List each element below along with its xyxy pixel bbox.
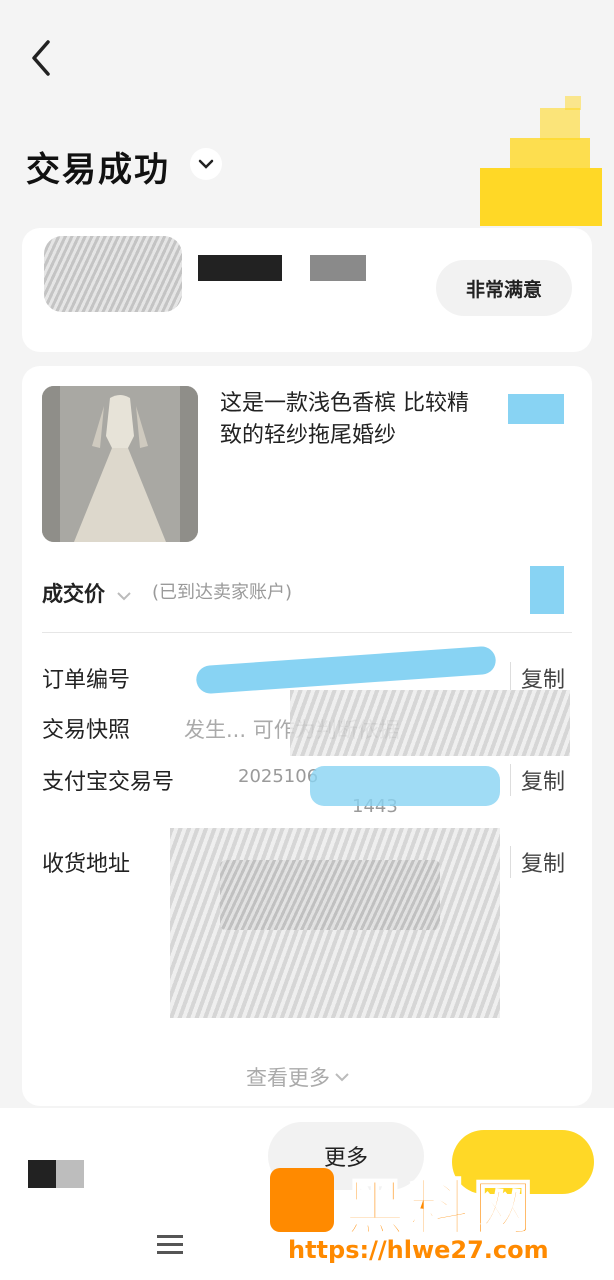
alipay-label: 支付宝交易号 — [42, 770, 175, 795]
redaction-blue-block — [508, 394, 564, 424]
chevron-down-icon — [335, 1073, 349, 1082]
chevron-left-icon — [32, 40, 50, 76]
redaction-blue-swipe — [310, 766, 500, 806]
redaction-pixel-block — [565, 96, 581, 110]
redaction-pixel-block — [56, 1160, 84, 1188]
wedding-dress-image — [42, 386, 198, 542]
back-button[interactable] — [26, 38, 60, 78]
product-description[interactable]: 这是一款浅色香槟 比较精致的轻纱拖尾婚纱 — [220, 388, 490, 452]
redaction-pixel-block — [540, 108, 580, 140]
redaction-blue-block — [530, 566, 564, 614]
price-note: (已到达卖家账户) — [152, 582, 293, 603]
seller-avatar-redacted — [44, 236, 182, 312]
copy-alipay-button[interactable]: 复制 — [510, 764, 565, 796]
address-redacted — [220, 860, 440, 930]
product-image[interactable] — [42, 386, 198, 542]
snapshot-label: 交易快照 — [42, 718, 131, 743]
order-number-label: 订单编号 — [42, 668, 131, 693]
menu-icon[interactable] — [150, 1224, 190, 1264]
redaction-pixel-block — [510, 138, 590, 170]
alipay-value-line1: 2025106 — [238, 766, 319, 787]
address-label: 收货地址 — [42, 852, 131, 877]
redaction-pixel-block — [28, 1160, 56, 1188]
divider — [42, 632, 572, 633]
see-more-link[interactable]: 查看更多 — [246, 1062, 350, 1092]
chevron-down-icon — [198, 159, 214, 169]
watermark-logo — [270, 1168, 334, 1232]
price-label-text: 成交价 — [42, 582, 105, 606]
copy-address-button[interactable]: 复制 — [510, 846, 565, 878]
chevron-down-icon — [117, 592, 132, 601]
redaction-pixel-block — [480, 168, 602, 226]
rating-button[interactable]: 非常满意 — [436, 260, 572, 316]
redaction-scribble — [290, 690, 570, 756]
seller-info-redacted — [310, 255, 366, 281]
price-label: 成交价 — [42, 578, 132, 608]
watermark-url: https://hlwe27.com — [288, 1236, 549, 1264]
see-more-text: 查看更多 — [246, 1066, 330, 1090]
status-dropdown[interactable] — [190, 148, 222, 180]
watermark-text: 黑料网 — [344, 1173, 537, 1245]
seller-name-redacted — [198, 255, 282, 281]
page-title: 交易成功 — [26, 150, 170, 190]
